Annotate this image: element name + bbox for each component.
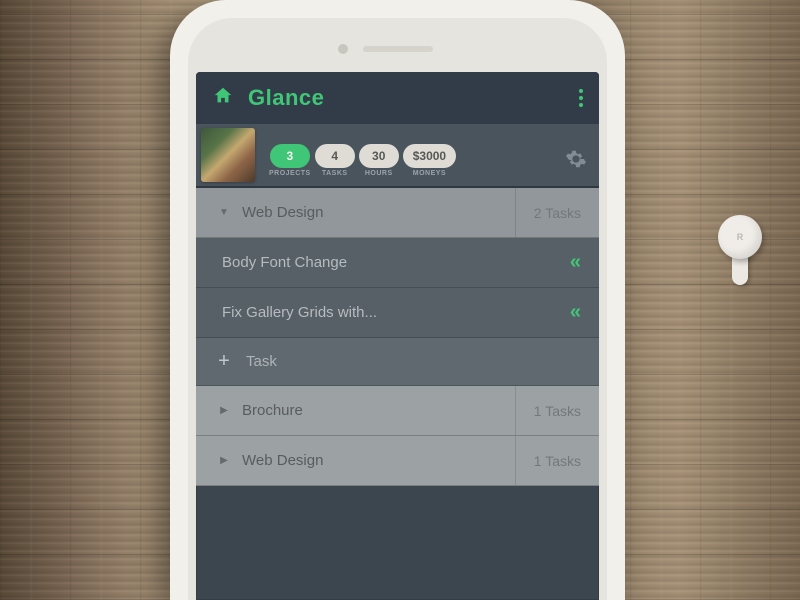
plus-icon: +: [214, 350, 234, 373]
task-name: Body Font Change: [222, 254, 570, 271]
task-row[interactable]: Fix Gallery Grids with... «: [196, 288, 599, 338]
task-name: Fix Gallery Grids with...: [222, 304, 570, 321]
earbud-prop: R: [710, 215, 770, 285]
gear-icon[interactable]: [565, 136, 587, 175]
project-name: Web Design: [234, 452, 515, 469]
project-row-expanded[interactable]: ▼ Web Design 2 Tasks: [196, 188, 599, 238]
phone-speaker: [363, 46, 433, 52]
project-name: Web Design: [234, 204, 515, 221]
task-count: 1 Tasks: [515, 386, 581, 435]
project-row-collapsed[interactable]: ▶ Web Design 1 Tasks: [196, 436, 599, 486]
home-icon[interactable]: [212, 85, 234, 112]
stats-bar: 3 PROJECTS 4 TASKS 30 HOURS $3000 MONEYS: [196, 124, 599, 188]
chevron-right-icon: ▶: [214, 455, 234, 466]
stat-projects-label: PROJECTS: [269, 170, 311, 177]
add-task-label: Task: [234, 353, 277, 370]
app-title: Glance: [248, 85, 565, 111]
stat-hours-label: HOURS: [365, 170, 393, 177]
stat-tasks-label: TASKS: [322, 170, 348, 177]
swipe-left-icon[interactable]: «: [570, 251, 581, 274]
more-icon[interactable]: [579, 89, 583, 107]
chevron-down-icon: ▼: [214, 207, 234, 218]
add-task-row[interactable]: + Task: [196, 338, 599, 386]
avatar[interactable]: [201, 128, 255, 182]
stat-moneys-pill[interactable]: $3000: [403, 144, 456, 168]
app-screen: Glance 3 PROJECTS 4 TASKS 30 HO: [196, 72, 599, 600]
stat-moneys-label: MONEYS: [413, 170, 446, 177]
app-header: Glance: [196, 72, 599, 124]
project-name: Brochure: [234, 402, 515, 419]
stat-projects-pill[interactable]: 3: [270, 144, 310, 168]
phone-camera: [338, 44, 348, 54]
chevron-right-icon: ▶: [214, 405, 234, 416]
swipe-left-icon[interactable]: «: [570, 301, 581, 324]
stat-hours-pill[interactable]: 30: [359, 144, 399, 168]
task-row[interactable]: Body Font Change «: [196, 238, 599, 288]
phone-frame: Glance 3 PROJECTS 4 TASKS 30 HO: [170, 0, 625, 600]
task-count: 2 Tasks: [515, 188, 581, 237]
project-row-collapsed[interactable]: ▶ Brochure 1 Tasks: [196, 386, 599, 436]
stat-pills: 3 PROJECTS 4 TASKS 30 HOURS $3000 MONEYS: [269, 134, 557, 177]
task-count: 1 Tasks: [515, 436, 581, 485]
stat-tasks-pill[interactable]: 4: [315, 144, 355, 168]
